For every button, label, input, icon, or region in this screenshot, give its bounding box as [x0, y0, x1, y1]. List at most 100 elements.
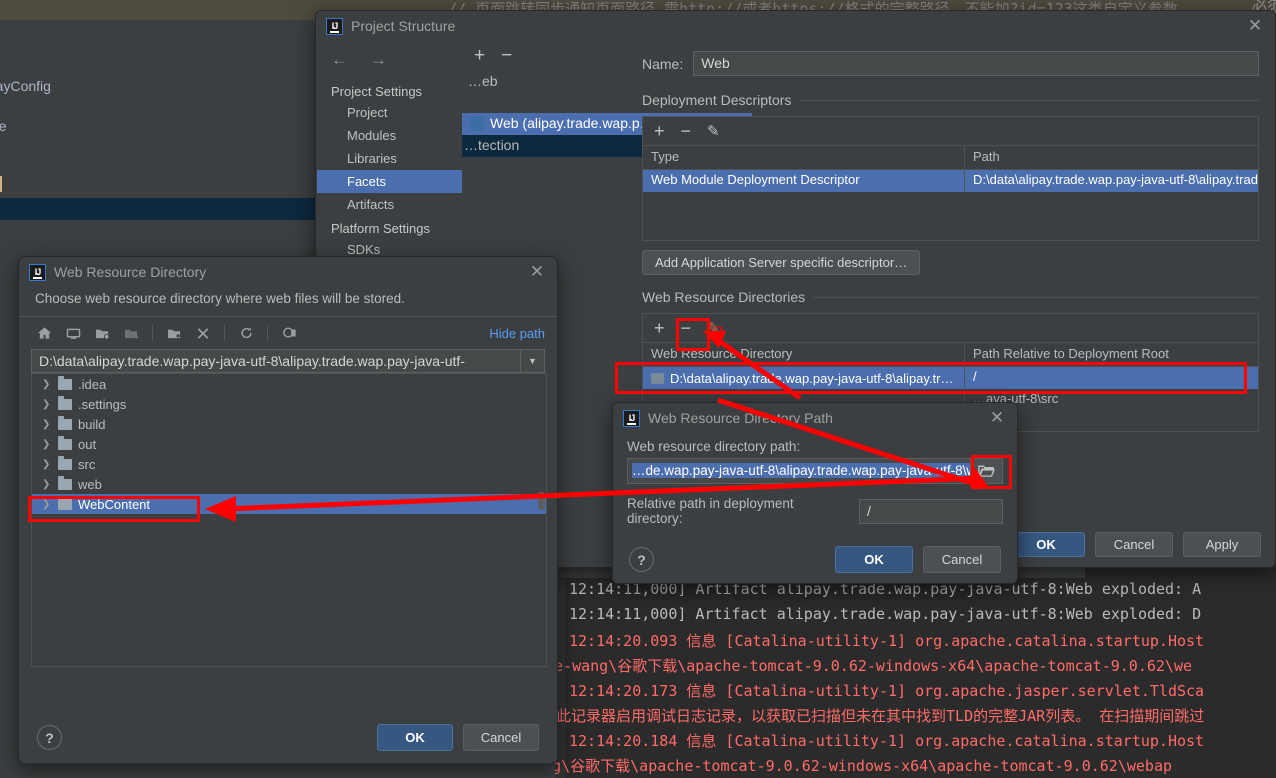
section-divider — [799, 99, 1259, 101]
hide-path-link[interactable]: Hide path — [489, 326, 545, 341]
tree-item-src[interactable]: ❯ src — [32, 454, 546, 474]
editor-text-line-2: ...le — [0, 118, 7, 134]
section-divider — [813, 296, 1259, 298]
relative-path-row: Relative path in deployment directory: / — [627, 496, 1003, 526]
tree-item-out[interactable]: ❯ out — [32, 434, 546, 454]
delete-icon[interactable] — [190, 321, 216, 345]
home-icon[interactable] — [31, 321, 57, 345]
cell-type: Web Module Deployment Descriptor — [643, 170, 965, 192]
sidebar-item-modules[interactable]: Modules — [317, 124, 462, 147]
ok-button[interactable]: OK — [835, 546, 913, 573]
sidebar-item-artifacts[interactable]: Artifacts — [317, 193, 462, 216]
close-icon[interactable]: ✕ — [525, 260, 549, 284]
tree-item-label: .idea — [78, 376, 107, 392]
web-resource-directory-dialog: IJ Web Resource Directory ✕ Choose web r… — [18, 256, 558, 764]
question-icon[interactable]: ? — [37, 725, 62, 750]
plus-icon[interactable]: + — [654, 318, 665, 339]
folder-icon — [58, 435, 72, 450]
chevron-right-icon[interactable]: ❯ — [42, 459, 52, 470]
path-label: Web resource directory path: — [627, 439, 801, 454]
desktop-icon[interactable] — [60, 321, 86, 345]
table-empty-space — [643, 192, 1258, 240]
toolbar-separator — [267, 325, 268, 341]
column-header-type: Type — [643, 146, 965, 169]
table-row[interactable]: D:\data\alipay.trade.wap.pay-java-utf-8\… — [643, 367, 1258, 389]
chevron-right-icon[interactable]: ❯ — [42, 379, 52, 390]
close-icon[interactable]: ✕ — [985, 406, 1009, 430]
column-header-path-relative: Path Relative to Deployment Root — [973, 346, 1169, 361]
tree-item-settings[interactable]: ❯ .settings — [32, 394, 546, 414]
web-resource-directories-toolbar: + − ✎ — [642, 313, 1259, 342]
question-icon[interactable]: ? — [629, 547, 654, 572]
cancel-button[interactable]: Cancel — [923, 546, 1001, 573]
refresh-icon[interactable] — [233, 321, 259, 345]
tree-scrollbar[interactable] — [538, 492, 545, 510]
table-row[interactable]: Web Module Deployment Descriptor D:\data… — [643, 170, 1258, 192]
intellij-logo-icon: IJ — [623, 409, 640, 427]
minus-icon[interactable]: − — [681, 318, 692, 339]
path-input[interactable]: …de.wap.pay-java-utf-8\alipay.trade.wap.… — [627, 458, 971, 484]
sidebar-item-libraries[interactable]: Libraries — [317, 147, 462, 170]
chevron-down-icon[interactable]: ▼ — [521, 349, 545, 373]
toolbar-separator — [152, 325, 153, 341]
show-hidden-icon[interactable] — [276, 321, 302, 345]
add-application-server-descriptor-button[interactable]: Add Application Server specific descript… — [642, 250, 921, 275]
name-input[interactable]: Web — [693, 51, 1259, 76]
chevron-right-icon[interactable]: ❯ — [42, 419, 52, 430]
chevron-right-icon[interactable]: ❯ — [42, 399, 52, 410]
minus-icon[interactable]: − — [501, 45, 512, 67]
tree-item-web[interactable]: ❯ web — [32, 474, 546, 494]
close-icon[interactable]: ✕ — [1243, 14, 1267, 38]
console-line: le-wang\谷歌下载\apache-tomcat-9.0.62-window… — [555, 657, 1192, 675]
dialog-title: Web Resource Directory — [54, 264, 207, 280]
tree-item-webcontent[interactable]: ❯ WebContent — [32, 494, 546, 514]
tree-item-idea[interactable]: ❯ .idea — [32, 374, 546, 394]
console-line: 12:14:20.184 信息 [Catalina-utility-1] org… — [569, 732, 1205, 750]
project-structure-footer: OK Cancel Apply — [1007, 532, 1261, 557]
folder-icon — [651, 372, 664, 384]
arrow-left-icon[interactable]: ← — [331, 50, 348, 70]
directory-tree[interactable]: ❯ .idea ❯ .settings ❯ build ❯ out ❯ src … — [31, 373, 547, 667]
annotation-step-number: 2 — [715, 322, 724, 341]
minus-icon[interactable]: − — [681, 121, 692, 142]
folder-tree-icon[interactable] — [89, 321, 115, 345]
tree-item-build[interactable]: ❯ build — [32, 414, 546, 434]
cell-directory-text: D:\data\alipay.trade.wap.pay-java-utf-8\… — [670, 370, 954, 386]
plus-icon[interactable]: + — [654, 121, 665, 142]
deployment-descriptors-title: Deployment Descriptors — [642, 92, 792, 108]
folder-icon — [58, 495, 72, 510]
tree-item-label: src — [78, 456, 96, 472]
tree-item-label: WebContent — [78, 496, 151, 512]
cancel-button[interactable]: Cancel — [1095, 532, 1173, 557]
relative-path-label: Relative path in deployment directory: — [627, 496, 794, 526]
tree-item-label: build — [78, 416, 106, 432]
sidebar-item-project[interactable]: Project — [317, 101, 462, 124]
chevron-right-icon[interactable]: ❯ — [42, 439, 52, 450]
arrow-right-icon[interactable]: → — [370, 50, 387, 70]
pencil-icon[interactable]: ✎ — [707, 122, 720, 140]
chevron-right-icon[interactable]: ❯ — [42, 499, 52, 510]
deployment-descriptors-header: Deployment Descriptors — [642, 92, 1259, 108]
wrd-footer: ? OK Cancel — [19, 724, 557, 751]
ok-button[interactable]: OK — [1007, 532, 1085, 557]
deployment-descriptors-table[interactable]: Type Path Web Module Deployment Descript… — [642, 145, 1259, 241]
console-line: 为此记录器启用调试日志记录，以获取已扫描但未在其中找到TLD的完整JAR列表。 … — [555, 707, 1205, 725]
plus-icon[interactable]: + — [474, 45, 485, 67]
web-facet-icon — [470, 117, 484, 131]
new-folder-icon[interactable] — [161, 321, 187, 345]
browse-button[interactable] — [971, 458, 1003, 484]
cancel-button[interactable]: Cancel — [463, 724, 539, 751]
path-input-value: …de.wap.pay-java-utf-8\alipay.trade.wap.… — [632, 463, 970, 478]
folder-icon — [58, 415, 72, 430]
column-header-path: Path — [973, 149, 1000, 164]
table-header-row: Type Path — [643, 146, 1258, 170]
run-console[interactable]: 12:14:11,000] Artifact alipay.trade.wap.… — [555, 578, 1276, 778]
relative-path-input[interactable]: / — [859, 498, 1003, 524]
facets-tree-secondary-label: …tection — [464, 137, 520, 153]
ok-button[interactable]: OK — [377, 724, 453, 751]
path-input[interactable]: D:\data\alipay.trade.wap.pay-java-utf-8\… — [31, 349, 521, 392]
sidebar-item-facets[interactable]: Facets — [317, 170, 462, 193]
folder-up-icon[interactable] — [118, 321, 144, 345]
chevron-right-icon[interactable]: ❯ — [42, 479, 52, 490]
apply-button[interactable]: Apply — [1183, 532, 1261, 557]
